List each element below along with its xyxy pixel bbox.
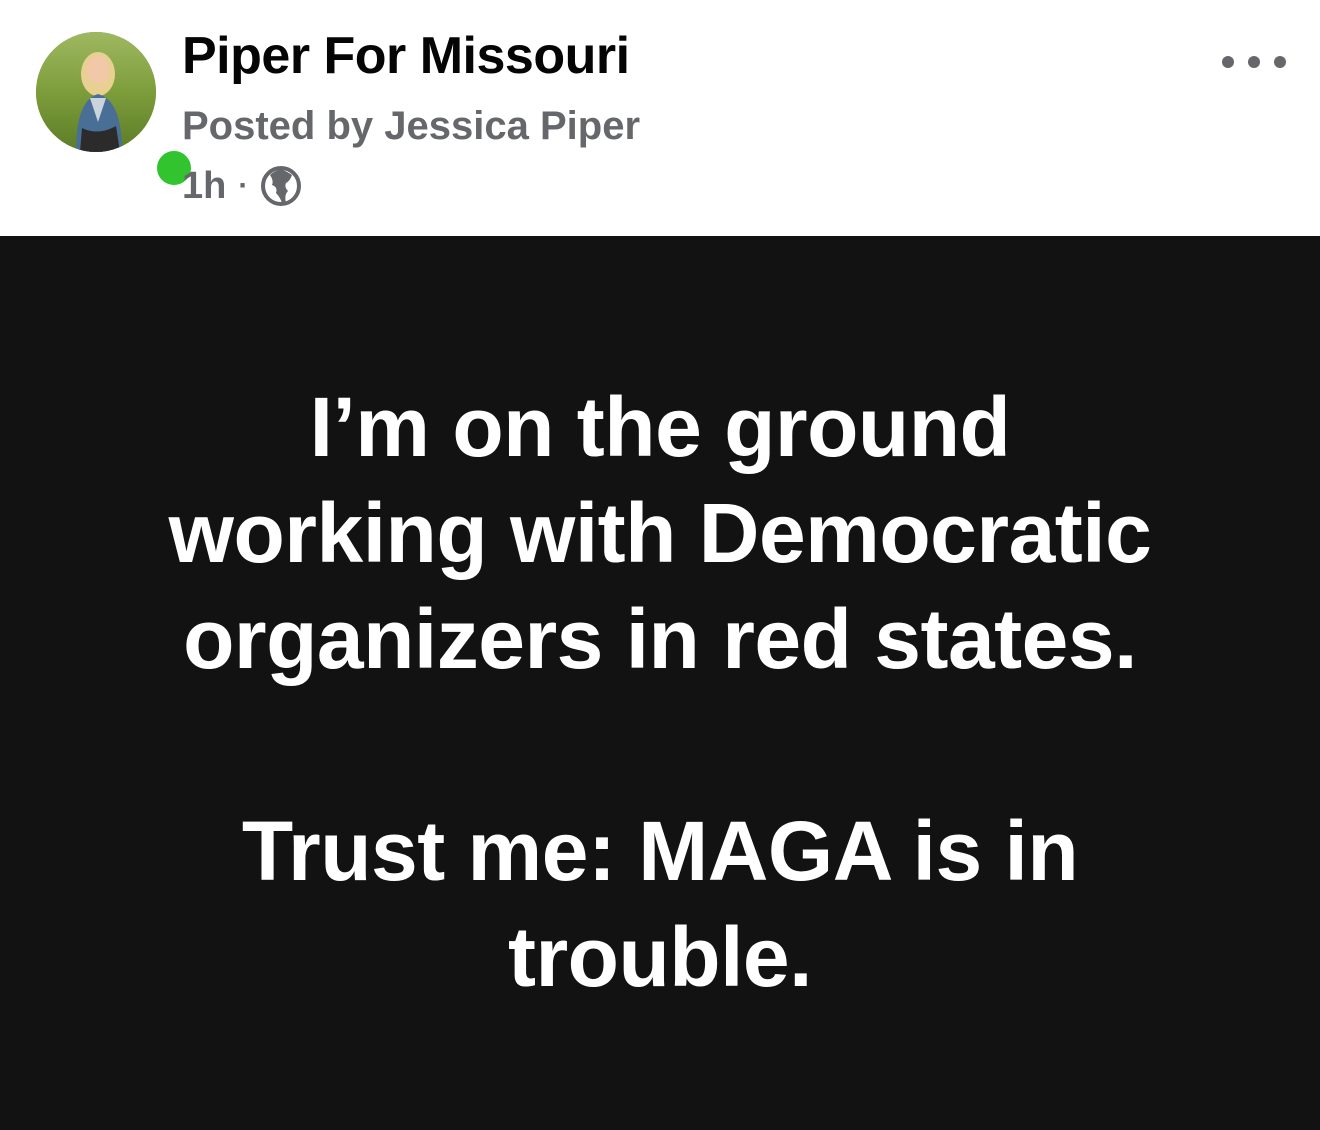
more-dot — [1248, 56, 1260, 68]
text-line: organizers in red states. — [183, 592, 1137, 686]
more-dot — [1222, 56, 1234, 68]
avatar-container[interactable] — [36, 32, 196, 190]
text-line: trouble. — [508, 910, 813, 1004]
post-image-text: I’m on the ground working with Democrati… — [40, 374, 1280, 1010]
more-dot — [1274, 56, 1286, 68]
post-text-image[interactable]: I’m on the ground working with Democrati… — [0, 236, 1320, 1130]
post-header: Piper For Missouri Posted by Jessica Pip… — [0, 0, 1320, 236]
text-line: Trust me: MAGA is in — [241, 804, 1079, 898]
profile-photo — [36, 32, 156, 152]
posted-by-label[interactable]: Posted by Jessica Piper — [182, 104, 640, 149]
text-line: I’m on the ground — [309, 380, 1011, 474]
text-line: working with Democratic — [168, 486, 1152, 580]
post-timestamp[interactable]: 1h — [182, 165, 226, 208]
globe-icon[interactable] — [260, 165, 302, 207]
meta-separator: · — [238, 169, 249, 202]
post-meta: 1h · — [182, 162, 302, 210]
page-name[interactable]: Piper For Missouri — [182, 26, 630, 86]
avatar[interactable] — [36, 32, 156, 152]
more-options-icon[interactable] — [1222, 44, 1286, 80]
